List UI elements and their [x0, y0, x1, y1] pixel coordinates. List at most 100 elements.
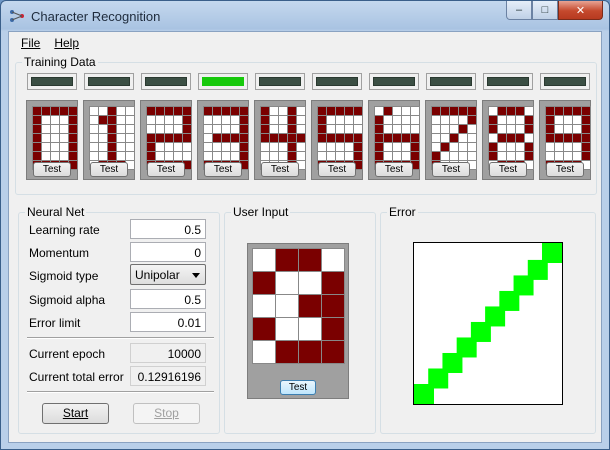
input-cell[interactable] — [253, 318, 275, 340]
grid-cell[interactable] — [33, 134, 41, 142]
grid-cell[interactable] — [240, 116, 248, 124]
grid-cell[interactable] — [393, 107, 401, 115]
input-cell[interactable] — [253, 249, 275, 271]
grid-cell[interactable] — [60, 116, 68, 124]
grid-cell[interactable] — [345, 125, 353, 133]
grid-cell[interactable] — [327, 116, 335, 124]
grid-cell[interactable] — [126, 152, 134, 160]
grid-cell[interactable] — [204, 143, 212, 151]
grid-cell[interactable] — [156, 116, 164, 124]
grid-cell[interactable] — [573, 116, 581, 124]
grid-cell[interactable] — [174, 125, 182, 133]
grid-cell[interactable] — [183, 143, 191, 151]
sample-grid[interactable] — [260, 106, 306, 170]
menu-help[interactable]: Help — [48, 32, 87, 52]
grid-cell[interactable] — [375, 134, 383, 142]
grid-cell[interactable] — [165, 125, 173, 133]
grid-cell[interactable] — [516, 125, 524, 133]
grid-cell[interactable] — [261, 134, 269, 142]
grid-cell[interactable] — [42, 107, 50, 115]
grid-cell[interactable] — [165, 143, 173, 151]
grid-cell[interactable] — [297, 152, 305, 160]
grid-cell[interactable] — [204, 134, 212, 142]
grid-cell[interactable] — [174, 116, 182, 124]
grid-cell[interactable] — [204, 125, 212, 133]
grid-cell[interactable] — [156, 125, 164, 133]
grid-cell[interactable] — [546, 116, 554, 124]
grid-cell[interactable] — [51, 134, 59, 142]
grid-cell[interactable] — [450, 116, 458, 124]
grid-cell[interactable] — [498, 125, 506, 133]
grid-cell[interactable] — [582, 107, 590, 115]
grid-cell[interactable] — [33, 116, 41, 124]
grid-cell[interactable] — [516, 116, 524, 124]
grid-cell[interactable] — [213, 125, 221, 133]
grid-cell[interactable] — [42, 152, 50, 160]
grid-cell[interactable] — [402, 134, 410, 142]
grid-cell[interactable] — [126, 116, 134, 124]
grid-cell[interactable] — [297, 143, 305, 151]
grid-cell[interactable] — [213, 143, 221, 151]
grid-cell[interactable] — [318, 116, 326, 124]
grid-cell[interactable] — [582, 125, 590, 133]
grid-cell[interactable] — [336, 107, 344, 115]
grid-cell[interactable] — [489, 143, 497, 151]
grid-cell[interactable] — [90, 152, 98, 160]
grid-cell[interactable] — [147, 134, 155, 142]
grid-cell[interactable] — [564, 107, 572, 115]
grid-cell[interactable] — [411, 107, 419, 115]
grid-cell[interactable] — [498, 143, 506, 151]
grid-cell[interactable] — [384, 107, 392, 115]
grid-cell[interactable] — [354, 107, 362, 115]
input-cell[interactable] — [253, 295, 275, 317]
grid-cell[interactable] — [156, 107, 164, 115]
grid-cell[interactable] — [375, 107, 383, 115]
grid-cell[interactable] — [582, 134, 590, 142]
grid-cell[interactable] — [99, 107, 107, 115]
grid-cell[interactable] — [432, 125, 440, 133]
grid-cell[interactable] — [213, 152, 221, 160]
grid-cell[interactable] — [318, 143, 326, 151]
grid-cell[interactable] — [147, 107, 155, 115]
grid-cell[interactable] — [117, 116, 125, 124]
grid-cell[interactable] — [459, 125, 467, 133]
test-button[interactable]: Test — [147, 162, 185, 177]
test-button[interactable]: Test — [204, 162, 242, 177]
grid-cell[interactable] — [441, 152, 449, 160]
grid-cell[interactable] — [165, 152, 173, 160]
grid-cell[interactable] — [99, 143, 107, 151]
grid-cell[interactable] — [336, 116, 344, 124]
grid-cell[interactable] — [117, 107, 125, 115]
grid-cell[interactable] — [402, 125, 410, 133]
grid-cell[interactable] — [147, 152, 155, 160]
grid-cell[interactable] — [222, 134, 230, 142]
grid-cell[interactable] — [507, 107, 515, 115]
grid-cell[interactable] — [231, 107, 239, 115]
grid-cell[interactable] — [327, 152, 335, 160]
grid-cell[interactable] — [354, 116, 362, 124]
grid-cell[interactable] — [33, 152, 41, 160]
input-cell[interactable] — [253, 272, 275, 294]
grid-cell[interactable] — [516, 143, 524, 151]
grid-cell[interactable] — [99, 116, 107, 124]
grid-cell[interactable] — [507, 116, 515, 124]
grid-cell[interactable] — [555, 134, 563, 142]
grid-cell[interactable] — [555, 143, 563, 151]
grid-cell[interactable] — [147, 116, 155, 124]
sample-grid[interactable] — [431, 106, 477, 170]
menu-file[interactable]: File — [15, 32, 48, 52]
maximize-button[interactable]: □ — [532, 1, 558, 20]
grid-cell[interactable] — [270, 134, 278, 142]
grid-cell[interactable] — [525, 134, 533, 142]
grid-cell[interactable] — [525, 125, 533, 133]
grid-cell[interactable] — [261, 116, 269, 124]
grid-cell[interactable] — [354, 134, 362, 142]
grid-cell[interactable] — [222, 152, 230, 160]
grid-cell[interactable] — [432, 134, 440, 142]
grid-cell[interactable] — [60, 143, 68, 151]
grid-cell[interactable] — [564, 134, 572, 142]
grid-cell[interactable] — [525, 143, 533, 151]
input-cell[interactable] — [322, 272, 344, 294]
grid-cell[interactable] — [516, 134, 524, 142]
grid-cell[interactable] — [327, 107, 335, 115]
